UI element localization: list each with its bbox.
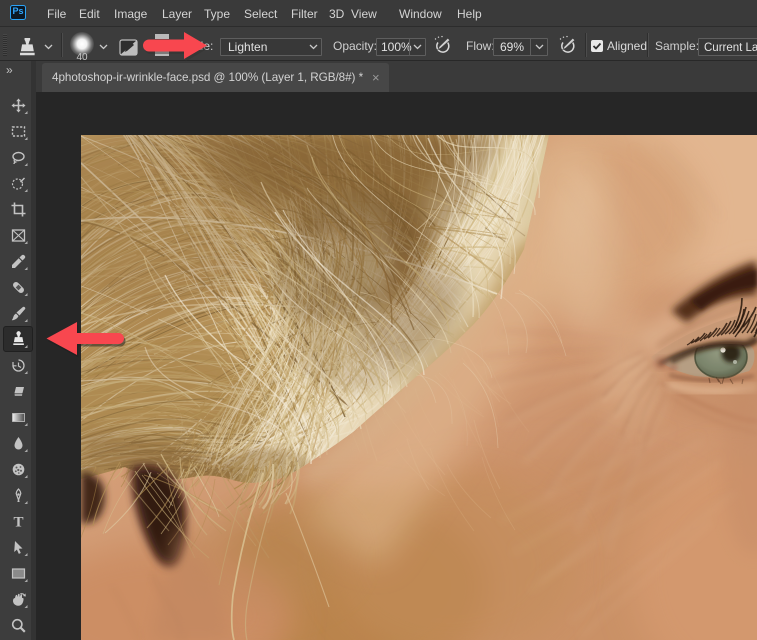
svg-text:T: T bbox=[13, 515, 23, 531]
